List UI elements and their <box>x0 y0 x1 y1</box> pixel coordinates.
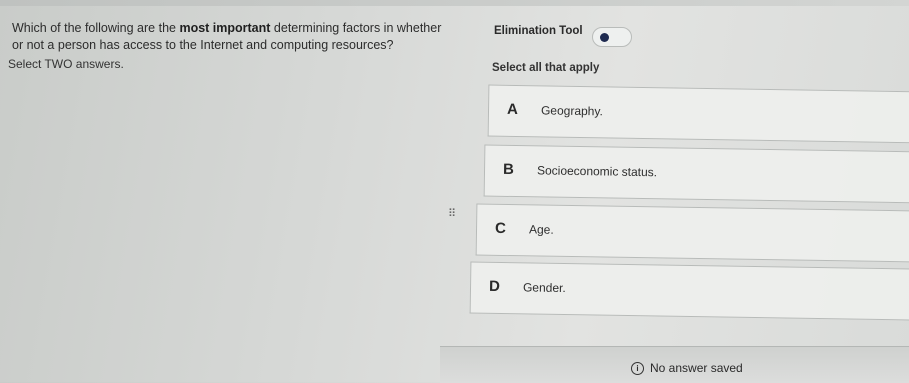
option-letter: D <box>488 277 501 296</box>
option-text: Geography. <box>540 103 603 119</box>
info-icon: i <box>631 361 644 375</box>
select-all-label: Select all that apply <box>492 62 600 74</box>
option-text: Socioeconomic status. <box>536 163 658 180</box>
question-text-start: Which of the following are the <box>12 21 180 35</box>
option-letter: B <box>502 160 515 179</box>
answer-status-text: No answer saved <box>650 361 743 375</box>
question-instruction: Select TWO answers. <box>8 57 124 71</box>
option-a[interactable]: A Geography. <box>487 84 909 144</box>
option-text: Age. <box>528 222 554 237</box>
drag-handle-icon[interactable]: ⠿ <box>448 207 456 220</box>
top-strip <box>0 0 909 6</box>
answer-status: i No answer saved <box>631 361 743 375</box>
option-letter: C <box>494 219 507 238</box>
option-d[interactable]: D Gender. <box>469 261 909 321</box>
option-text: Gender. <box>522 280 566 296</box>
question-text: Which of the following are the most impo… <box>12 20 452 54</box>
option-c[interactable]: C Age. <box>475 203 909 263</box>
option-letter: A <box>506 100 519 119</box>
toggle-knob <box>600 33 609 42</box>
option-b[interactable]: B Socioeconomic status. <box>483 144 909 204</box>
elimination-tool-toggle[interactable] <box>592 27 632 47</box>
question-emphasis: most important <box>179 21 271 35</box>
elimination-tool-label: Elimination Tool <box>494 25 583 37</box>
